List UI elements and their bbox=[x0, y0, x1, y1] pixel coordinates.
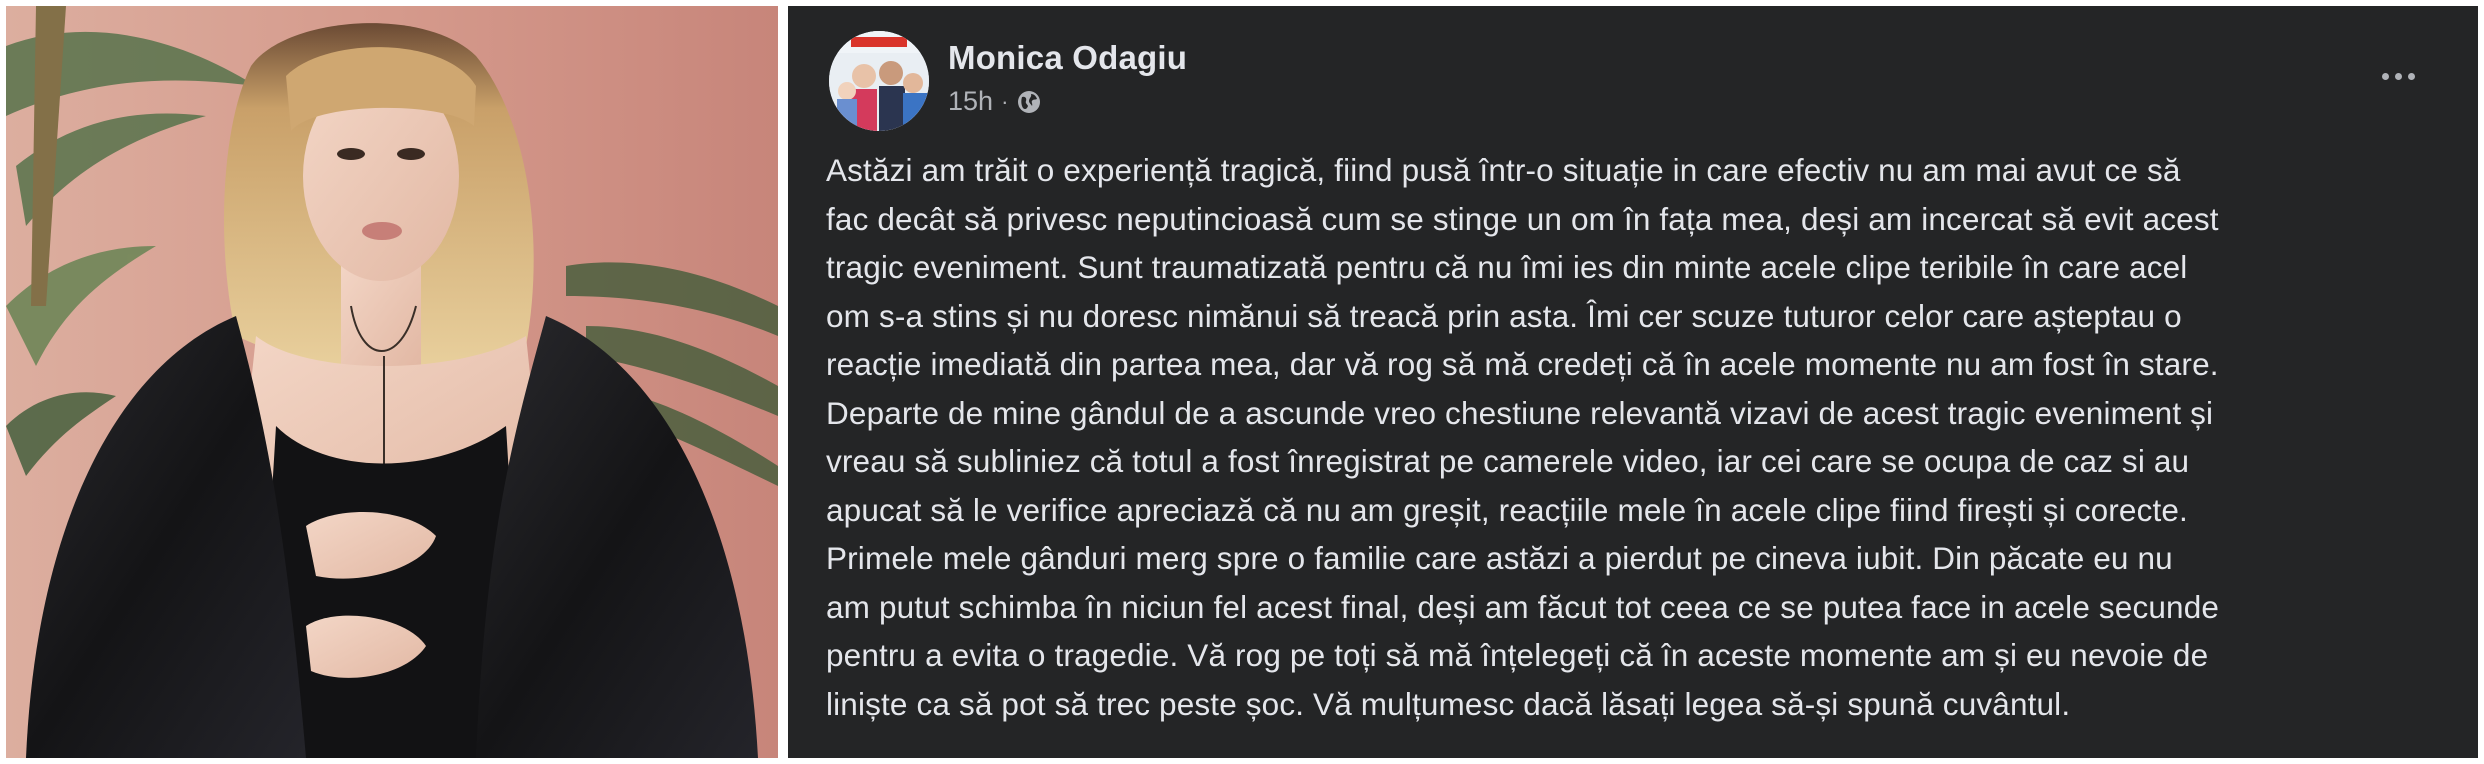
post-text-line: reacție imediată din partea mea, dar vă … bbox=[826, 346, 2219, 382]
post-text-line: am putut schimba în niciun fel acest fin… bbox=[826, 588, 2220, 625]
more-options-icon[interactable] bbox=[2368, 56, 2428, 96]
post-text-line: vreau să subliniez că totul a fost înreg… bbox=[826, 443, 2190, 479]
more-dot bbox=[2381, 72, 2389, 80]
post-meta: 15h · bbox=[948, 86, 1042, 117]
post-text-line: om s-a stins și nu doresc nimănui să tre… bbox=[826, 297, 2182, 334]
post-text: Astăzi am trăit o experiență tragică, fi… bbox=[826, 146, 2451, 728]
post-text-line: fac decât să privesc neputincioasă cum s… bbox=[826, 200, 2219, 237]
facebook-post: Monica Odagiu 15h · Astăzi am trăit o ex… bbox=[788, 6, 2478, 758]
portrait-photo bbox=[6, 6, 778, 758]
post-text-line: Departe de mine gândul de a ascunde vreo… bbox=[826, 394, 2214, 431]
globe-icon[interactable] bbox=[1016, 89, 1042, 115]
more-dot bbox=[2394, 72, 2402, 80]
more-dot bbox=[2407, 72, 2415, 80]
post-text-line: liniște ca să pot să trec peste șoc. Vă … bbox=[826, 685, 2071, 722]
post-text-line: apucat să le verifice apreciază că nu am… bbox=[826, 491, 2188, 528]
collage: Monica Odagiu 15h · Astăzi am trăit o ex… bbox=[0, 0, 2484, 764]
meta-separator: · bbox=[1001, 88, 1009, 114]
author-name[interactable]: Monica Odagiu bbox=[948, 39, 1187, 77]
post-text-line: pentru a evita o tragedie. Vă rog pe toț… bbox=[826, 637, 2209, 673]
post-text-line: Astăzi am trăit o experiență tragică, fi… bbox=[826, 152, 2181, 188]
post-text-line: Primele mele gânduri merg spre o familie… bbox=[826, 540, 2173, 576]
post-time[interactable]: 15h bbox=[948, 86, 993, 117]
post-text-line: tragic eveniment. Sunt traumatizată pent… bbox=[826, 249, 2188, 285]
avatar[interactable] bbox=[829, 31, 929, 131]
